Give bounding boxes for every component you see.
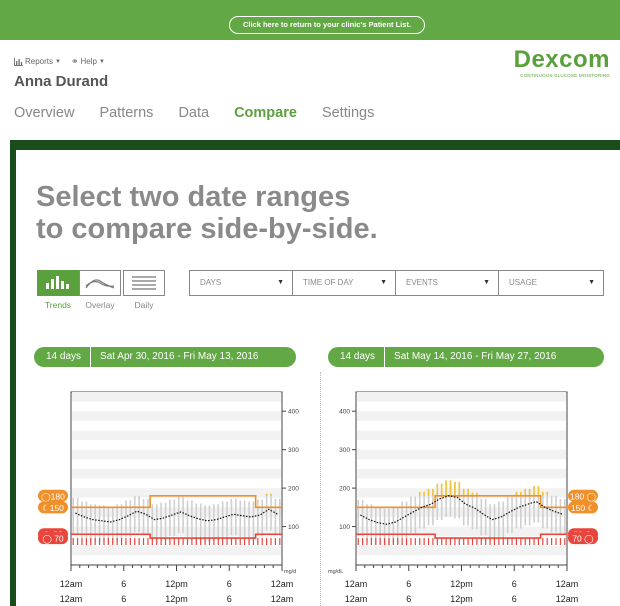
- range-1-dates: Sat Apr 30, 2016 - Fri May 13, 2016: [100, 351, 259, 362]
- page-headline: Select two date ranges to compare side-b…: [36, 181, 378, 245]
- caret-down-icon: ▼: [277, 279, 284, 286]
- daily-view-label: Daily: [134, 300, 154, 310]
- days-dropdown[interactable]: DAYS ▼: [189, 270, 293, 296]
- dexcom-logo: Dexcom CONTINUOUS GLUCOSE MONITORING: [510, 46, 610, 79]
- tab-settings[interactable]: Settings: [322, 105, 374, 121]
- usage-dropdown[interactable]: USAGE ▼: [498, 270, 604, 296]
- usage-dropdown-label: USAGE: [509, 278, 538, 287]
- overlay-view-button[interactable]: [79, 270, 121, 296]
- reports-menu[interactable]: Reports ▼: [14, 56, 61, 67]
- events-dropdown[interactable]: EVENTS ▼: [395, 270, 499, 296]
- divider: [320, 372, 321, 606]
- time-of-day-dropdown[interactable]: TIME OF DAY ▼: [292, 270, 396, 296]
- daily-view-button[interactable]: [123, 270, 165, 296]
- headline-line-1: Select two date ranges: [36, 181, 351, 213]
- lines-icon: [132, 276, 156, 290]
- globe-icon: ⚭: [70, 56, 79, 66]
- tab-compare[interactable]: Compare: [234, 105, 297, 121]
- bar-chart-icon: [14, 57, 23, 66]
- caret-down-icon: ▼: [483, 279, 490, 286]
- date-range-2-button[interactable]: 14 days Sat May 14, 2016 - Fri May 27, 2…: [328, 347, 604, 367]
- time-of-day-dropdown-label: TIME OF DAY: [303, 278, 354, 287]
- patient-name: Anna Durand: [14, 73, 109, 90]
- tab-overview[interactable]: Overview: [14, 105, 74, 121]
- main-tabs: Overview Patterns Data Compare Settings: [14, 105, 399, 121]
- reports-menu-label: Reports: [25, 57, 54, 66]
- wave-icon: [85, 279, 115, 289]
- bar-chart-icon: [46, 276, 69, 289]
- trends-view-label: Trends: [44, 300, 72, 310]
- trends-view-button[interactable]: [37, 270, 79, 296]
- caret-down-icon: ▼: [588, 279, 595, 286]
- return-to-patient-list-button[interactable]: Click here to return to your clinic's Pa…: [229, 16, 425, 34]
- range-2-dates: Sat May 14, 2016 - Fri May 27, 2016: [394, 351, 557, 362]
- caret-down-icon: ▼: [55, 58, 61, 65]
- headline-line-2: to compare side-by-side.: [36, 213, 378, 245]
- caret-down-icon: ▼: [98, 58, 105, 65]
- caret-down-icon: ▼: [380, 279, 387, 286]
- events-dropdown-label: EVENTS: [406, 278, 439, 287]
- days-dropdown-label: DAYS: [200, 278, 222, 287]
- top-bar: Click here to return to your clinic's Pa…: [0, 0, 620, 40]
- top-menu: Reports ▼ ⚭ Help ▼: [14, 56, 105, 67]
- overlay-view-label: Overlay: [85, 300, 115, 310]
- logo-tagline: CONTINUOUS GLUCOSE MONITORING: [520, 73, 610, 78]
- logo-wordmark: Dexcom: [513, 46, 610, 73]
- date-range-1-button[interactable]: 14 days Sat Apr 30, 2016 - Fri May 13, 2…: [34, 347, 296, 367]
- tab-data[interactable]: Data: [178, 105, 209, 121]
- range-1-days: 14 days: [46, 347, 92, 367]
- help-menu-label: Help: [80, 57, 97, 66]
- range-2-days: 14 days: [340, 347, 386, 367]
- help-menu[interactable]: ⚭ Help ▼: [71, 56, 105, 67]
- tab-patterns[interactable]: Patterns: [99, 105, 153, 121]
